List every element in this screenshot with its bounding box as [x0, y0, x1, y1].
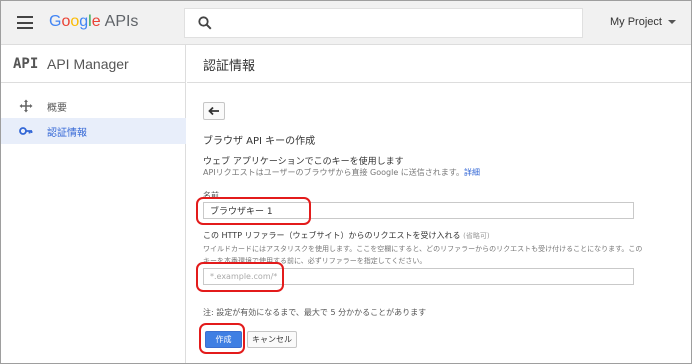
section-description: APIリクエストはユーザーのブラウザから直接 Google に送信されます。詳細: [203, 167, 480, 178]
logo-letter: G: [49, 13, 62, 30]
search-input[interactable]: [221, 13, 571, 33]
api-logo: API: [13, 56, 39, 72]
referrer-help-text: ワイルドカードにはアスタリスクを使用します。ここを空欄にすると、どのリファラーか…: [203, 245, 643, 265]
referrer-label: この HTTP リファラー（ウェブサイト）からのリクエストを受け入れる (省略可…: [203, 230, 490, 241]
back-button[interactable]: [203, 102, 225, 120]
sidebar-item-label: 認証情報: [47, 128, 87, 139]
optional-tag: (省略可): [463, 232, 490, 240]
propagation-note: 注: 設定が有効になるまで、最大で 5 分かかることがあります: [203, 308, 427, 317]
create-button[interactable]: 作成: [205, 331, 242, 348]
main-content: ブラウザ API キーの作成 ウェブ アプリケーションでこのキーを使用します A…: [187, 84, 691, 363]
logo-letter: e: [91, 13, 101, 30]
key-icon: [19, 127, 33, 135]
main-header: 認証情報: [187, 45, 691, 83]
back-arrow-icon: [208, 106, 219, 116]
caret-down-icon: [667, 20, 676, 25]
sidebar-item-credentials[interactable]: 認証情報: [1, 118, 186, 144]
cancel-button[interactable]: キャンセル: [247, 331, 297, 348]
form-title: ブラウザ API キーの作成: [203, 136, 316, 147]
referrer-label-text: この HTTP リファラー（ウェブサイト）からのリクエストを受け入れる: [203, 231, 461, 240]
project-selector[interactable]: My Project: [610, 16, 676, 28]
page-title: 認証情報: [203, 59, 256, 74]
search-icon: [198, 16, 212, 30]
logo-letter: g: [79, 13, 89, 30]
sidebar-header: API API Manager: [1, 45, 186, 83]
section-description-text: APIリクエストはユーザーのブラウザから直接 Google に送信されます。: [203, 168, 464, 177]
move-arrows-icon: [19, 99, 33, 113]
name-label: 名前: [203, 191, 219, 200]
learn-more-link[interactable]: 詳細: [464, 168, 480, 177]
sidebar: API API Manager 概要 認証情報: [1, 45, 186, 363]
window: Google APIs My Project API API Manager 概要: [0, 0, 692, 364]
sidebar-item-overview[interactable]: 概要: [1, 93, 186, 119]
referrer-input[interactable]: [203, 268, 634, 285]
google-apis-logo[interactable]: Google APIs: [49, 13, 138, 31]
project-name: My Project: [610, 16, 662, 28]
name-input[interactable]: [203, 202, 634, 219]
sidebar-item-label: 概要: [47, 103, 67, 114]
top-bar: Google APIs My Project: [1, 1, 691, 45]
search-box[interactable]: [184, 8, 583, 38]
logo-suffix: APIs: [104, 13, 139, 30]
logo-letter: o: [70, 13, 80, 30]
sidebar-title: API Manager: [47, 56, 129, 72]
section-title: ウェブ アプリケーションでこのキーを使用します: [203, 157, 404, 167]
hamburger-menu-icon[interactable]: [17, 16, 33, 29]
